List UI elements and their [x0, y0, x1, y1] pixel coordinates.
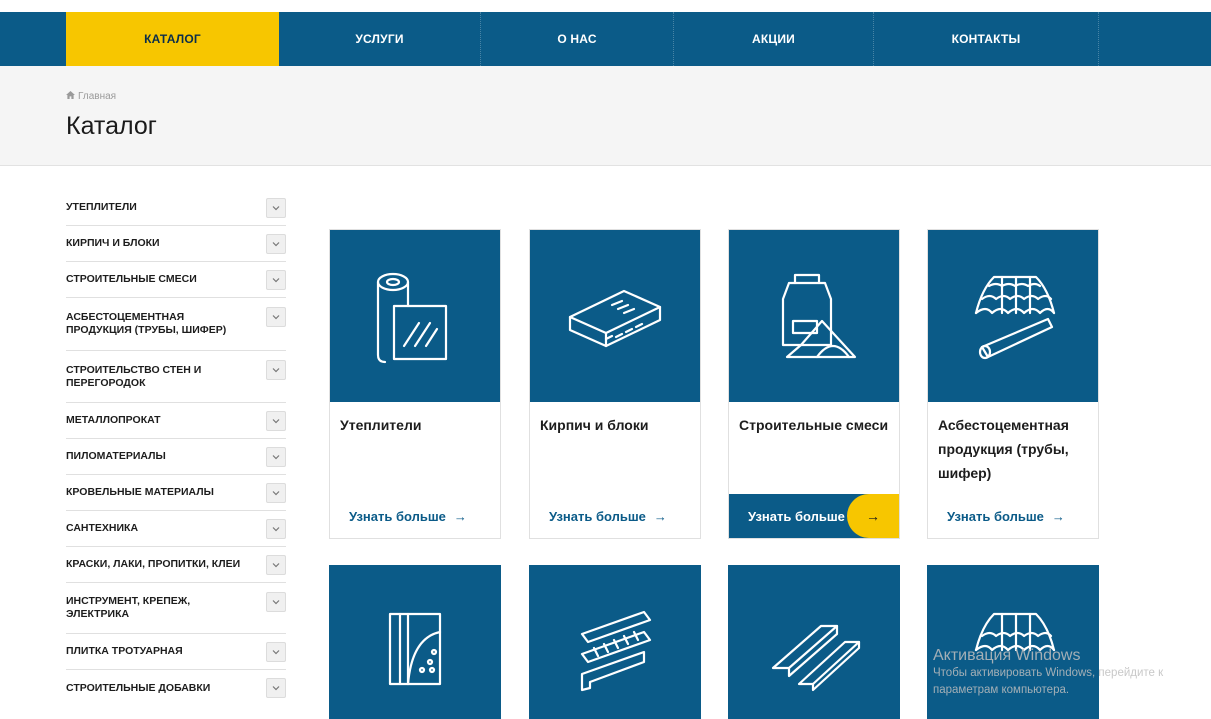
- breadcrumb: Главная: [66, 91, 116, 102]
- page-header: Главная Каталог: [0, 66, 1211, 166]
- arrow-right-icon: →: [453, 508, 467, 524]
- sidebar-item[interactable]: САНТЕХНИКА: [66, 511, 286, 547]
- learn-more-label[interactable]: Узнать больше: [349, 509, 446, 524]
- sidebar-item[interactable]: КИРПИЧ И БЛОКИ: [66, 226, 286, 262]
- chevron-down-icon[interactable]: [266, 641, 286, 662]
- card-title[interactable]: Кирпич и блоки: [540, 413, 690, 437]
- learn-more-link[interactable]: Узнать больше →: [928, 494, 1098, 538]
- learn-more-label[interactable]: Узнать больше: [549, 509, 646, 524]
- watermark-title: Активация Windows: [933, 647, 1081, 664]
- chevron-down-icon[interactable]: [266, 410, 286, 431]
- learn-more-link[interactable]: Узнать больше →: [530, 494, 700, 538]
- metal-profile-icon[interactable]: [529, 565, 701, 719]
- chevron-down-icon[interactable]: [266, 482, 286, 503]
- sidebar-item-label[interactable]: ИНСТРУМЕНТ, КРЕПЕЖ, ЭЛЕКТРИКА: [66, 595, 250, 621]
- chevron-down-icon[interactable]: [266, 518, 286, 539]
- sidebar-item[interactable]: УТЕПЛИТЕЛИ: [66, 190, 286, 226]
- sidebar-item-label[interactable]: МЕТАЛЛОПРОКАТ: [66, 414, 161, 427]
- slate-pipe-icon[interactable]: [928, 230, 1098, 402]
- category-card[interactable]: Утеплители Узнать больше →: [329, 229, 501, 539]
- learn-more-link[interactable]: Узнать больше →: [330, 494, 500, 538]
- category-card[interactable]: Кирпич и блоки Узнать больше →: [529, 229, 701, 539]
- nav-item-contacts[interactable]: КОНТАКТЫ: [874, 12, 1099, 66]
- chevron-down-icon[interactable]: [266, 446, 286, 467]
- category-card[interactable]: Асбестоцементная продукция (трубы, шифер…: [927, 229, 1099, 539]
- sidebar-item[interactable]: ПИЛОМАТЕРИАЛЫ: [66, 439, 286, 475]
- chevron-down-icon[interactable]: [266, 678, 286, 698]
- chevron-down-icon[interactable]: [266, 307, 286, 327]
- sidebar-item-label[interactable]: КРОВЕЛЬНЫЕ МАТЕРИАЛЫ: [66, 486, 214, 499]
- card-title[interactable]: Асбестоцементная продукция (трубы, шифер…: [938, 413, 1088, 485]
- insulation-roll-icon[interactable]: [330, 230, 500, 402]
- nav-item-about[interactable]: О НАС: [481, 12, 674, 66]
- chevron-down-icon[interactable]: [266, 197, 286, 218]
- chevron-down-icon[interactable]: [266, 269, 286, 290]
- page-title: Каталог: [66, 112, 157, 140]
- sidebar-item[interactable]: КРАСКИ, ЛАКИ, ПРОПИТКИ, КЛЕИ: [66, 547, 286, 583]
- nav-item-catalog[interactable]: КАТАЛОГ: [66, 12, 279, 66]
- sidebar-item-label[interactable]: ПИЛОМАТЕРИАЛЫ: [66, 450, 166, 463]
- chevron-down-icon[interactable]: [266, 233, 286, 254]
- sidebar-item-label[interactable]: САНТЕХНИКА: [66, 522, 138, 535]
- chevron-down-icon[interactable]: [266, 592, 286, 612]
- breadcrumb-home-link[interactable]: Главная: [78, 91, 116, 102]
- nav-item-promotions[interactable]: АКЦИИ: [674, 12, 874, 66]
- sidebar-item-label[interactable]: УТЕПЛИТЕЛИ: [66, 201, 137, 214]
- category-sidebar: УТЕПЛИТЕЛИ КИРПИЧ И БЛОКИ СТРОИТЕЛЬНЫЕ С…: [66, 190, 286, 706]
- arrow-right-icon: →: [1051, 508, 1065, 524]
- watermark-text: Чтобы активировать Windows, перейдите к …: [933, 667, 1164, 696]
- sidebar-item[interactable]: АСБЕСТОЦЕМЕНТНАЯ ПРОДУКЦИЯ (ТРУБЫ, ШИФЕР…: [66, 298, 286, 351]
- sidebar-item-label[interactable]: АСБЕСТОЦЕМЕНТНАЯ ПРОДУКЦИЯ (ТРУБЫ, ШИФЕР…: [66, 311, 250, 337]
- sidebar-item-label[interactable]: ПЛИТКА ТРОТУАРНАЯ: [66, 645, 183, 658]
- sidebar-item-label[interactable]: СТРОИТЕЛЬНЫЕ ДОБАВКИ: [66, 682, 210, 695]
- learn-more-label[interactable]: Узнать больше: [748, 509, 845, 524]
- arrow-right-icon[interactable]: →: [847, 494, 899, 538]
- sidebar-item-label[interactable]: СТРОИТЕЛЬСТВО СТЕН И ПЕРЕГОРОДОК: [66, 364, 250, 390]
- sidebar-item[interactable]: ИНСТРУМЕНТ, КРЕПЕЖ, ЭЛЕКТРИКА: [66, 583, 286, 634]
- sidebar-item[interactable]: СТРОИТЕЛЬНЫЕ СМЕСИ: [66, 262, 286, 298]
- sidebar-item-label[interactable]: СТРОИТЕЛЬНЫЕ СМЕСИ: [66, 273, 197, 286]
- sidebar-item[interactable]: СТРОИТЕЛЬНЫЕ ДОБАВКИ: [66, 670, 286, 706]
- category-card[interactable]: Строительные смеси Узнать больше →: [728, 229, 900, 539]
- learn-more-label[interactable]: Узнать больше: [947, 509, 1044, 524]
- sidebar-item[interactable]: КРОВЕЛЬНЫЕ МАТЕРИАЛЫ: [66, 475, 286, 511]
- home-icon: [66, 91, 75, 102]
- top-nav: КАТАЛОГ УСЛУГИ О НАС АКЦИИ КОНТАКТЫ: [0, 12, 1211, 66]
- sidebar-item[interactable]: ПЛИТКА ТРОТУАРНАЯ: [66, 634, 286, 670]
- wall-panel-icon[interactable]: [329, 565, 501, 719]
- chevron-down-icon[interactable]: [266, 554, 286, 575]
- lumber-icon[interactable]: [728, 565, 900, 719]
- brick-icon[interactable]: [530, 230, 700, 402]
- card-title[interactable]: Строительные смеси: [739, 413, 889, 437]
- chevron-down-icon[interactable]: [266, 360, 286, 380]
- learn-more-link[interactable]: Узнать больше →: [729, 494, 899, 538]
- sidebar-item[interactable]: СТРОИТЕЛЬСТВО СТЕН И ПЕРЕГОРОДОК: [66, 351, 286, 403]
- nav-item-services[interactable]: УСЛУГИ: [279, 12, 481, 66]
- sidebar-item-label[interactable]: КИРПИЧ И БЛОКИ: [66, 237, 160, 250]
- mix-bag-icon[interactable]: [729, 230, 899, 402]
- card-title[interactable]: Утеплители: [340, 413, 490, 437]
- sidebar-item[interactable]: МЕТАЛЛОПРОКАТ: [66, 403, 286, 439]
- windows-activation-watermark: Активация Windows Чтобы активировать Win…: [933, 647, 1211, 699]
- arrow-right-icon: →: [653, 508, 667, 524]
- sidebar-item-label[interactable]: КРАСКИ, ЛАКИ, ПРОПИТКИ, КЛЕИ: [66, 558, 240, 571]
